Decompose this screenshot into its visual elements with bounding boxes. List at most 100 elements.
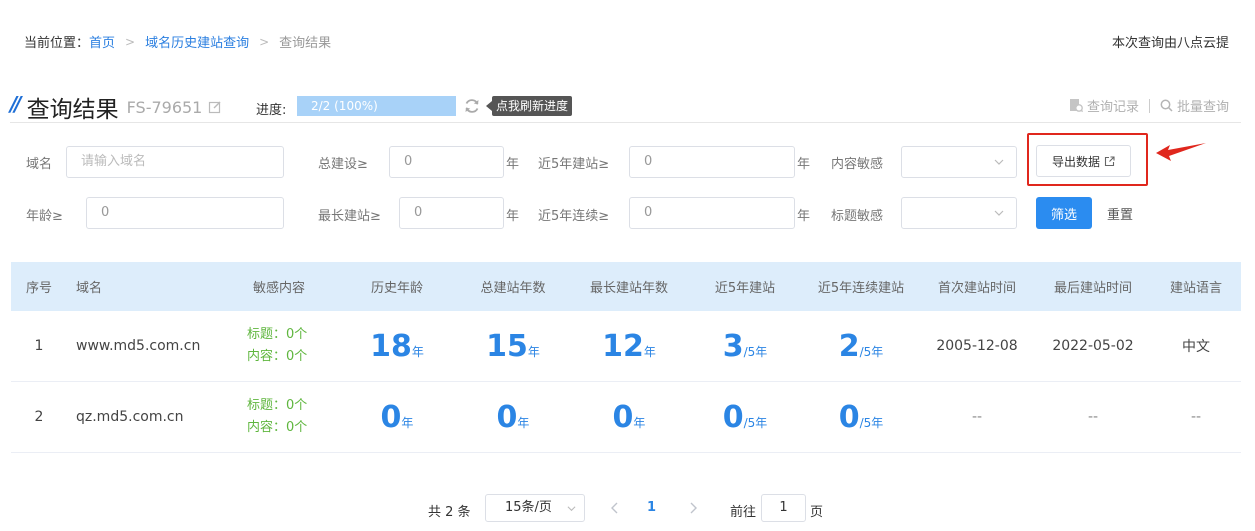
recent5-continuous-input[interactable]: 0 — [629, 197, 795, 229]
row-total-years: 0年 — [455, 400, 571, 435]
row-total-years: 15年 — [455, 329, 571, 364]
col-header-last-build: 最后建站时间 — [1053, 281, 1132, 296]
table-row: 1 www.md5.com.cn 标题：0个 内容：0个 18年 15年 12年… — [11, 311, 1241, 382]
query-history-label: 查询记录 — [1086, 100, 1139, 115]
progress-fill: 2/2 (100%) — [297, 96, 456, 116]
row-sensitive: 标题：0个 内容：0个 — [219, 324, 339, 368]
domain-input[interactable]: 请输入域名 — [66, 146, 284, 178]
sensitive-title-count: 标题：0个 — [247, 398, 308, 413]
recent5-continuous-unit: /5年 — [859, 344, 884, 359]
longest-build-unit: 年 — [506, 209, 520, 224]
col-header-domain: 域名 — [76, 281, 103, 296]
recent5-continuous-label: 近5年连续≥ — [538, 209, 610, 224]
col-header-first-build: 首次建站时间 — [937, 281, 1016, 296]
domain-filter-label: 域名 — [26, 157, 53, 172]
row-age: 18年 — [339, 329, 455, 364]
pagination-total: 共 2 条 — [428, 505, 471, 520]
row-recent5-continuous: 0/5年 — [803, 400, 919, 435]
chevron-down-icon — [994, 159, 1004, 165]
content-sensitive-select[interactable] — [901, 146, 1017, 178]
refresh-icon[interactable] — [463, 97, 481, 115]
row-domain: qz.md5.com.cn — [76, 409, 184, 425]
recent5-continuous-value: 2 — [838, 328, 860, 364]
col-header-sensitive: 敏感内容 — [252, 281, 305, 296]
sensitive-content-count: 内容：0个 — [247, 349, 308, 364]
col-header-language: 建站语言 — [1169, 281, 1222, 296]
recent5-unit: /5年 — [743, 415, 768, 430]
breadcrumb-current: 查询结果 — [279, 36, 332, 51]
provider-note: 本次查询由八点云提 — [1111, 36, 1229, 51]
age-value: 18 — [370, 328, 412, 364]
total-build-input[interactable]: 0 — [389, 146, 504, 178]
table-header: 序号 域名 敏感内容 历史年龄 总建站年数 最长建站年数 近5年建站 近5年连续… — [11, 262, 1241, 311]
goto-label: 前往 — [730, 505, 757, 520]
refresh-tooltip: 点我刷新进度 — [485, 96, 573, 116]
row-last-build: 2022-05-02 — [1052, 338, 1134, 354]
row-longest-years: 0年 — [571, 400, 687, 435]
tools-divider — [1148, 98, 1150, 113]
row-age: 0年 — [339, 400, 455, 435]
page-size-select[interactable]: 15条/页 — [485, 494, 585, 522]
breadcrumb-separator-icon: > — [259, 34, 270, 49]
external-link-icon — [1104, 155, 1115, 166]
batch-query-label: 批量查询 — [1176, 100, 1229, 115]
longest-years-value: 12 — [602, 328, 644, 364]
red-arrow-icon — [1156, 143, 1206, 161]
row-first-build: 2005-12-08 — [936, 338, 1018, 354]
page-number-current[interactable]: 1 — [647, 500, 656, 515]
row-sensitive: 标题：0个 内容：0个 — [219, 395, 339, 439]
next-page-icon[interactable] — [686, 500, 700, 516]
recent5-value: 3 — [722, 328, 744, 364]
breadcrumb-home-link[interactable]: 首页 — [89, 32, 115, 51]
header-divider — [10, 122, 1241, 123]
breadcrumb-prefix: 当前位置： — [24, 36, 90, 51]
recent5-unit: 年 — [797, 157, 811, 172]
progress-label: 进度: — [256, 103, 287, 118]
age-label: 年龄≥ — [26, 209, 63, 224]
edit-icon[interactable] — [208, 100, 222, 114]
sensitive-title-count: 标题：0个 — [247, 327, 308, 342]
page-title: 查询结果 — [26, 97, 119, 123]
title-sensitive-select[interactable] — [901, 197, 1017, 229]
results-table: 序号 域名 敏感内容 历史年龄 总建站年数 最长建站年数 近5年建站 近5年连续… — [11, 262, 1241, 453]
age-input[interactable]: 0 — [86, 197, 284, 229]
row-language: 中文 — [1182, 339, 1210, 355]
page-header: // 查询结果 FS-79651 — [10, 90, 222, 124]
reset-button[interactable]: 重置 — [1107, 204, 1133, 223]
row-first-build: -- — [971, 409, 983, 425]
query-history-link[interactable]: 查询记录 — [1069, 96, 1139, 115]
row-recent5-continuous: 2/5年 — [803, 329, 919, 364]
col-header-longest-years: 最长建站年数 — [589, 281, 668, 296]
total-years-unit: 年 — [527, 344, 540, 359]
age-unit: 年 — [401, 415, 414, 430]
search-icon — [1160, 99, 1173, 112]
longest-years-value: 0 — [612, 399, 634, 435]
filter-button[interactable]: 筛选 — [1036, 197, 1092, 229]
col-header-index: 序号 — [25, 281, 52, 296]
recent5-label: 近5年建站≥ — [538, 157, 610, 172]
content-sensitive-label: 内容敏感 — [831, 157, 884, 172]
recent5-unit: /5年 — [743, 344, 768, 359]
batch-query-link[interactable]: 批量查询 — [1160, 96, 1229, 115]
breadcrumb: 当前位置： 首页 > 域名历史建站查询 > 查询结果 — [24, 32, 332, 52]
sensitive-content-count: 内容：0个 — [247, 420, 308, 435]
row-recent5: 3/5年 — [687, 329, 803, 364]
recent5-continuous-value: 0 — [838, 399, 860, 435]
total-build-unit: 年 — [506, 157, 520, 172]
title-sensitive-label: 标题敏感 — [831, 209, 884, 224]
longest-build-input[interactable]: 0 — [399, 197, 504, 229]
breadcrumb-domain-history-link[interactable]: 域名历史建站查询 — [145, 32, 249, 51]
progress-bar: 2/2 (100%) — [297, 96, 456, 116]
prev-page-icon[interactable] — [608, 500, 622, 516]
row-domain: www.md5.com.cn — [76, 338, 201, 354]
goto-page-input[interactable]: 1 — [761, 494, 806, 522]
header-tools: 查询记录 批量查询 — [1069, 96, 1229, 115]
recent5-continuous-unit: /5年 — [859, 415, 884, 430]
chevron-down-icon — [567, 506, 576, 512]
recent5-input[interactable]: 0 — [629, 146, 795, 178]
export-button[interactable]: 导出数据 — [1036, 145, 1131, 177]
col-header-total-years: 总建站年数 — [480, 281, 546, 296]
longest-years-unit: 年 — [643, 344, 656, 359]
row-last-build: -- — [1087, 409, 1099, 425]
total-build-label: 总建设≥ — [318, 157, 368, 172]
